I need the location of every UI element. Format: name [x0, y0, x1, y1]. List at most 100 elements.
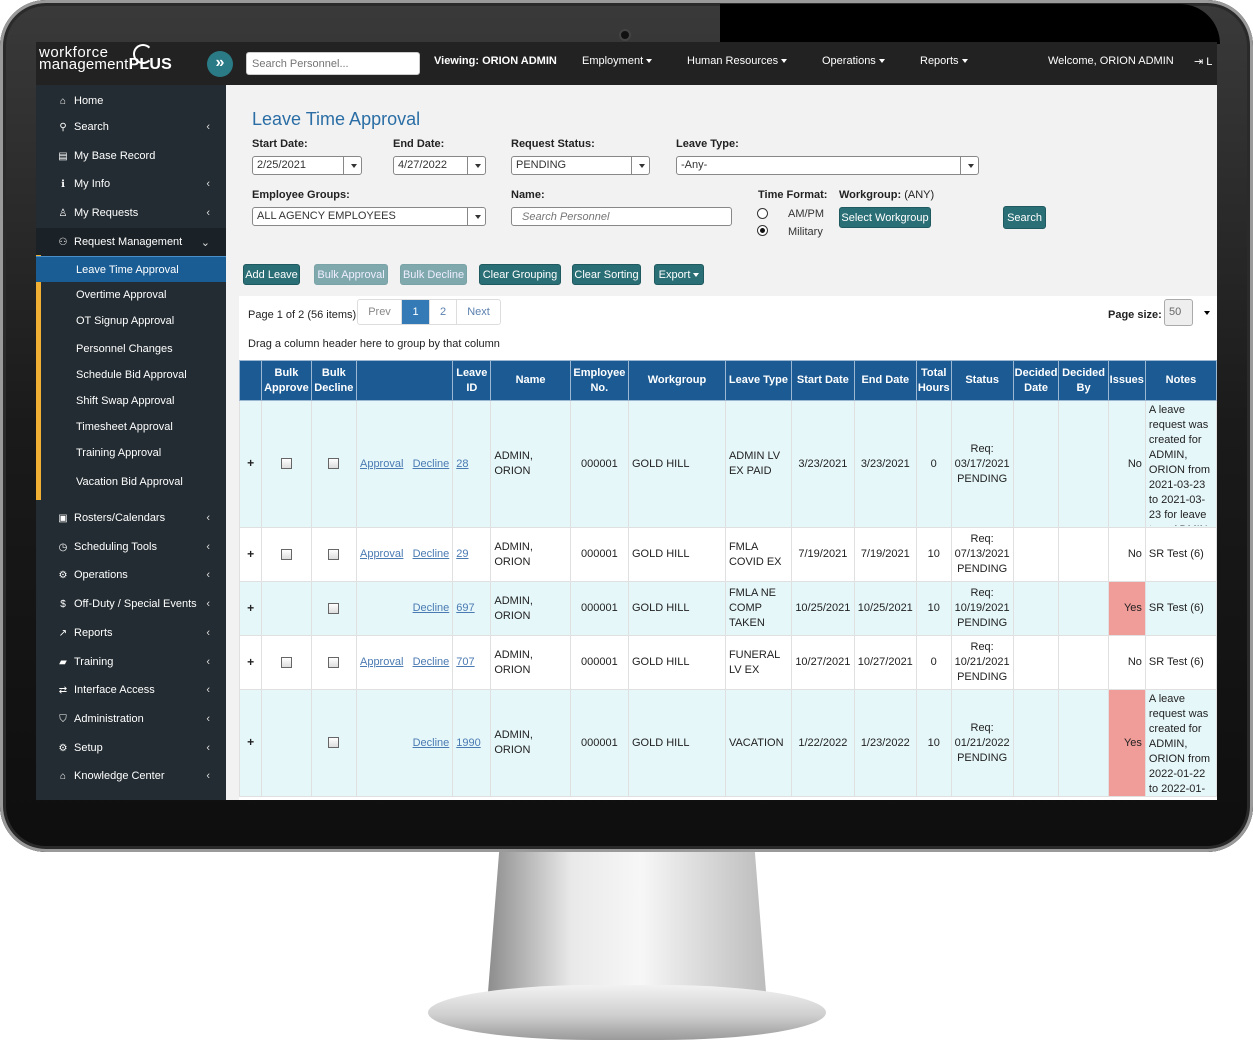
menu-reports[interactable]: Reports: [920, 55, 968, 67]
decline-link[interactable]: Decline: [413, 458, 450, 470]
expand-row-icon[interactable]: +: [247, 547, 254, 561]
dropdown-arrow-icon[interactable]: [960, 157, 978, 174]
leave-id-link[interactable]: 707: [456, 656, 474, 668]
leave-id-link[interactable]: 1990: [456, 737, 480, 749]
end-date-picker[interactable]: 4/27/2022: [393, 156, 486, 175]
sidebar-item-administration[interactable]: ⛉ Administration ‹: [36, 705, 226, 733]
col-total-hours[interactable]: Total Hours: [915, 360, 952, 401]
sidebar-item-my-base-record[interactable]: ▤ My Base Record: [36, 142, 226, 170]
bulk-approve-checkbox[interactable]: [280, 458, 292, 470]
sidebar-subitem-ot-signup-approval[interactable]: OT Signup Approval: [36, 308, 226, 334]
search-button[interactable]: Search: [1003, 206, 1046, 229]
sidebar-item-off-duty-special-events[interactable]: $ Off-Duty / Special Events ‹: [36, 590, 226, 618]
logout-link[interactable]: ⇥ L: [1194, 55, 1212, 68]
dropdown-arrow-icon[interactable]: [467, 157, 485, 174]
approval-link[interactable]: Approval: [360, 548, 403, 560]
time-format-ampm-radio[interactable]: [757, 208, 768, 219]
leave-id-link[interactable]: 29: [456, 548, 468, 560]
export-button[interactable]: Export: [654, 264, 704, 285]
bulk-decline-button[interactable]: Bulk Decline: [400, 264, 467, 285]
col-issues[interactable]: Issues: [1107, 360, 1146, 401]
dropdown-arrow-icon[interactable]: [1193, 299, 1217, 326]
approval-link[interactable]: Approval: [360, 458, 403, 470]
col-decided-date[interactable]: Decided Date: [1012, 360, 1060, 401]
app-logo[interactable]: workforce managementPLUS: [39, 44, 199, 81]
sidebar-subitem-timesheet-approval[interactable]: Timesheet Approval: [36, 414, 226, 440]
sidebar-subitem-personnel-changes[interactable]: Personnel Changes: [36, 336, 226, 362]
bulk-decline-checkbox[interactable]: [328, 656, 340, 668]
pager-prev-button[interactable]: Prev: [358, 300, 402, 324]
bulk-decline-checkbox[interactable]: [328, 548, 340, 560]
bulk-decline-checkbox[interactable]: [328, 458, 340, 470]
dropdown-arrow-icon[interactable]: [343, 157, 361, 174]
sidebar-item-scheduling-tools[interactable]: ◷ Scheduling Tools ‹: [36, 533, 226, 561]
add-leave-button[interactable]: Add Leave: [243, 264, 300, 285]
select-workgroup-button[interactable]: Select Workgroup: [839, 207, 931, 228]
sidebar-toggle-button[interactable]: »: [207, 51, 233, 77]
col-start-date[interactable]: Start Date: [790, 360, 855, 401]
sidebar-item-setup[interactable]: ⚙ Setup ‹: [36, 734, 226, 762]
personnel-search-input[interactable]: [246, 52, 420, 75]
sidebar-subitem-schedule-bid-approval[interactable]: Schedule Bid Approval: [36, 362, 226, 388]
bulk-approve-checkbox[interactable]: [280, 656, 292, 668]
decline-link[interactable]: Decline: [413, 737, 450, 749]
sidebar-item-interface-access[interactable]: ⇄ Interface Access ‹: [36, 676, 226, 704]
sidebar-item-knowledge-center[interactable]: ⌂ Knowledge Center ‹: [36, 762, 226, 790]
expand-row-icon[interactable]: +: [247, 601, 254, 615]
col-leave-type[interactable]: Leave Type: [724, 360, 792, 401]
sidebar-item-operations[interactable]: ⚙ Operations ‹: [36, 561, 226, 589]
decline-link[interactable]: Decline: [413, 656, 450, 668]
name-search-input[interactable]: [511, 207, 732, 226]
decline-link[interactable]: Decline: [413, 548, 450, 560]
leave-id-link[interactable]: 697: [456, 602, 474, 614]
menu-employment[interactable]: Employment: [582, 55, 653, 67]
clear-sorting-button[interactable]: Clear Sorting: [572, 264, 641, 285]
menu-operations[interactable]: Operations: [822, 55, 885, 67]
col-name[interactable]: Name: [490, 360, 571, 401]
bulk-approval-button[interactable]: Bulk Approval: [314, 264, 388, 285]
dropdown-arrow-icon[interactable]: [467, 208, 485, 225]
sidebar-subitem-shift-swap-approval[interactable]: Shift Swap Approval: [36, 388, 226, 414]
leave-type-select[interactable]: -Any-: [676, 156, 979, 175]
pager-page-1[interactable]: 1: [402, 300, 430, 324]
page-size-select[interactable]: 50: [1164, 299, 1217, 326]
col-employee-no[interactable]: Employee No.: [569, 360, 629, 401]
time-format-military-radio[interactable]: [757, 225, 768, 236]
expand-row-icon[interactable]: +: [247, 735, 254, 749]
sidebar-subitem-training-approval[interactable]: Training Approval: [36, 440, 226, 466]
col-status[interactable]: Status: [950, 360, 1014, 401]
start-date-picker[interactable]: 2/25/2021: [252, 156, 362, 175]
sidebar-item-request-management[interactable]: ⚇ Request Management ⌄: [36, 228, 226, 256]
sidebar-item-my-info[interactable]: ℹ My Info ‹: [36, 170, 226, 198]
col-leave-id[interactable]: Leave ID: [452, 360, 492, 401]
menu-human-resources[interactable]: Human Resources: [687, 55, 788, 67]
col-workgroup[interactable]: Workgroup: [627, 360, 726, 401]
sidebar-subitem-overtime-approval[interactable]: Overtime Approval: [36, 282, 226, 308]
request-status-select[interactable]: PENDING: [511, 156, 650, 175]
sidebar-item-home[interactable]: ⌂ Home: [36, 87, 226, 115]
bulk-decline-checkbox[interactable]: [328, 602, 340, 614]
pager-page-2[interactable]: 2: [430, 300, 457, 324]
sidebar-subitem-leave-time-approval[interactable]: Leave Time Approval: [36, 256, 226, 282]
approval-link[interactable]: Approval: [360, 656, 403, 668]
col-bulk-approve[interactable]: Bulk Approve: [261, 360, 312, 401]
col-decided-by[interactable]: Decided By: [1058, 360, 1109, 401]
bulk-approve-checkbox[interactable]: [280, 548, 292, 560]
sidebar-subitem-vacation-bid-approval[interactable]: Vacation Bid Approval: [36, 469, 226, 495]
sidebar-item-search[interactable]: ⚲ Search ‹: [36, 113, 226, 141]
col-bulk-decline[interactable]: Bulk Decline: [310, 360, 357, 401]
col-notes[interactable]: Notes: [1144, 360, 1217, 401]
sidebar-item-my-requests[interactable]: ♙ My Requests ‹: [36, 199, 226, 227]
pager-next-button[interactable]: Next: [457, 300, 500, 324]
expand-row-icon[interactable]: +: [247, 655, 254, 669]
expand-row-icon[interactable]: +: [247, 456, 254, 470]
sidebar-item-training[interactable]: ▰ Training ‹: [36, 648, 226, 676]
dropdown-arrow-icon[interactable]: [631, 157, 649, 174]
col-end-date[interactable]: End Date: [853, 360, 917, 401]
leave-id-link[interactable]: 28: [456, 458, 468, 470]
sidebar-item-reports[interactable]: ↗ Reports ‹: [36, 619, 226, 647]
sidebar-item-rosters-calendars[interactable]: ▣ Rosters/Calendars ‹: [36, 504, 226, 532]
bulk-decline-checkbox[interactable]: [328, 737, 340, 749]
employee-groups-select[interactable]: ALL AGENCY EMPLOYEES: [252, 207, 486, 226]
decline-link[interactable]: Decline: [413, 602, 450, 614]
